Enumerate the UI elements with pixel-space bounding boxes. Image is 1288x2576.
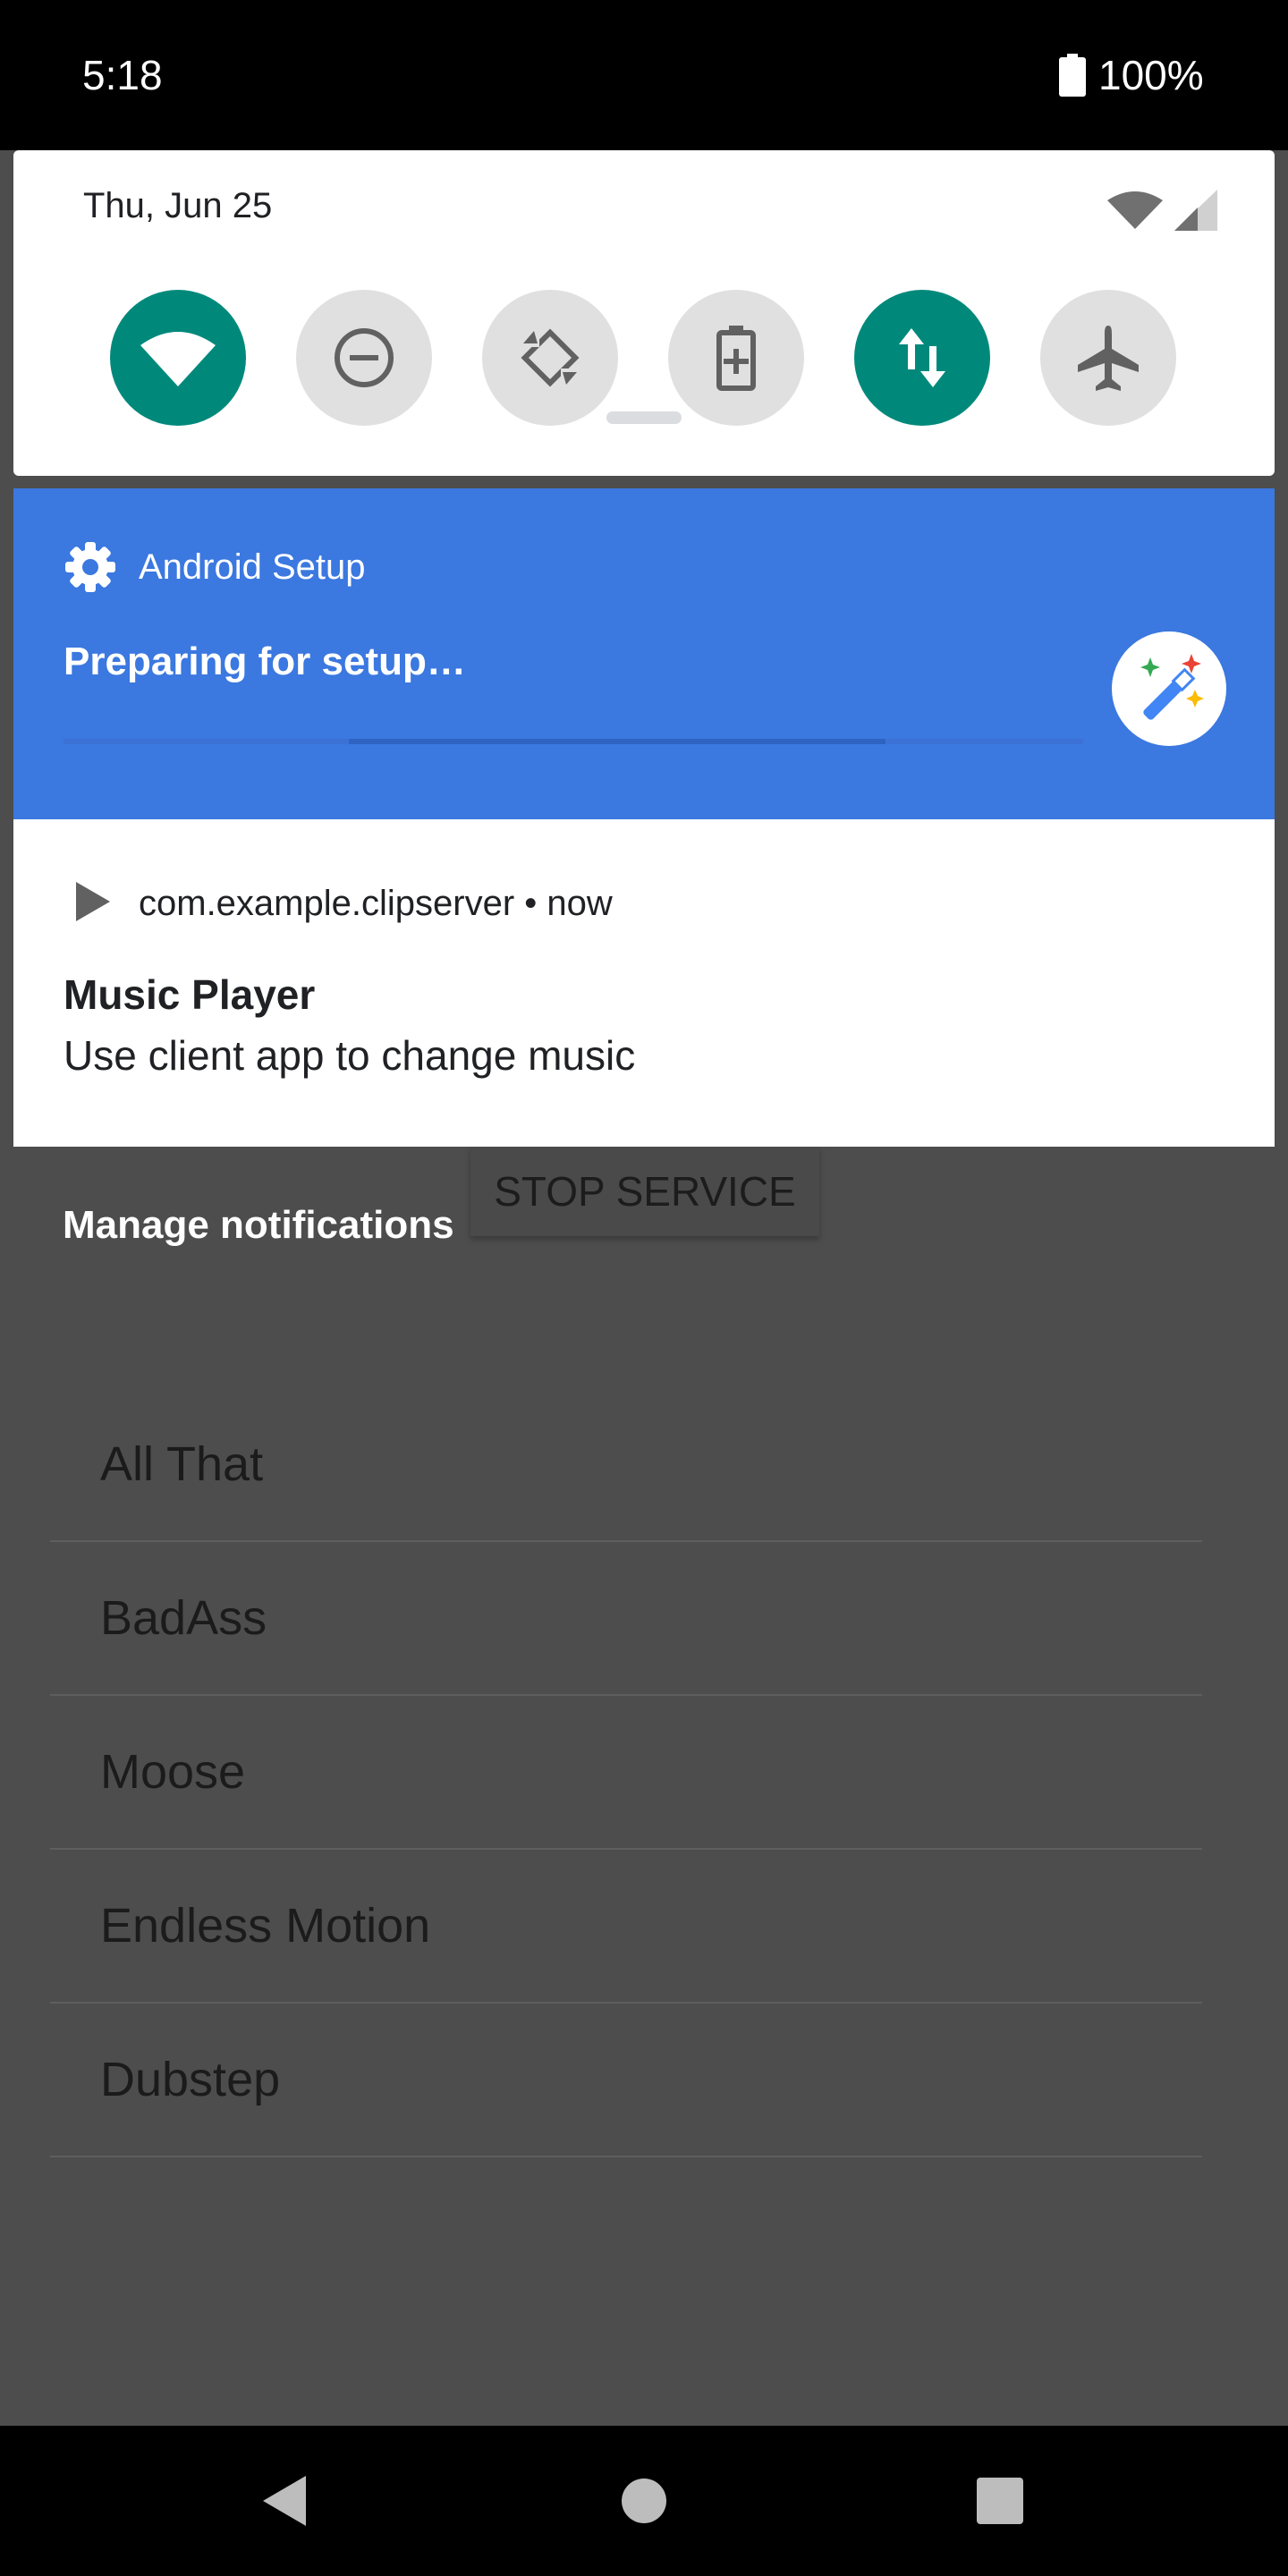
mobile-data-icon (899, 328, 945, 387)
auto-rotate-tile[interactable] (482, 290, 618, 426)
battery-percentage: 100% (1098, 52, 1204, 98)
wifi-tile[interactable] (110, 290, 246, 426)
music-app-name: com.example.clipserver (139, 884, 515, 923)
notification-time: now (547, 884, 613, 923)
music-app-header: com.example.clipserver • now (139, 875, 613, 932)
airplane-mode-icon (1078, 326, 1139, 391)
navigation-bar (0, 2426, 1288, 2576)
home-icon (622, 2479, 666, 2523)
status-bar: 5:18 100% (0, 0, 1288, 150)
clock: 5:18 (82, 52, 163, 98)
song-item[interactable]: Endless Motion (50, 1850, 1202, 2004)
signal-icon (1174, 190, 1217, 231)
music-text: Use client app to change music (64, 1032, 636, 1079)
song-list: All That BadAss Moose Endless Motion Dub… (50, 1388, 1202, 2157)
gear-icon (65, 542, 115, 592)
airplane-mode-tile[interactable] (1040, 290, 1176, 426)
music-notification[interactable]: com.example.clipserver • now Music Playe… (13, 819, 1275, 1147)
back-icon (263, 2476, 306, 2526)
setup-notification[interactable]: Android Setup Preparing for setup… (13, 488, 1275, 819)
wifi-icon (140, 332, 216, 386)
manage-notifications-link[interactable]: Manage notifications (63, 1197, 454, 1254)
song-item[interactable]: Moose (50, 1696, 1202, 1850)
song-item[interactable]: BadAss (50, 1542, 1202, 1696)
stop-service-button[interactable]: STOP SERVICE (470, 1147, 819, 1236)
recents-icon (977, 2478, 1023, 2524)
music-title: Music Player (64, 971, 316, 1018)
battery-saver-icon (716, 326, 756, 391)
setup-progress-indicator (349, 739, 886, 744)
setup-app-name: Android Setup (139, 547, 366, 587)
quick-settings-panel: Thu, Jun 25 (13, 150, 1275, 476)
recents-button[interactable] (966, 2467, 1034, 2535)
battery-saver-tile[interactable] (668, 290, 804, 426)
battery-icon (1059, 54, 1086, 97)
home-button[interactable] (610, 2467, 678, 2535)
wifi-status-icon (1107, 191, 1163, 229)
song-item[interactable]: All That (50, 1388, 1202, 1542)
play-icon (76, 882, 110, 921)
mobile-data-tile[interactable] (854, 290, 990, 426)
song-item[interactable]: Dubstep (50, 2004, 1202, 2157)
setup-title: Preparing for setup… (64, 640, 466, 683)
do-not-disturb-icon (335, 328, 394, 387)
back-button[interactable] (250, 2467, 318, 2535)
do-not-disturb-tile[interactable] (296, 290, 432, 426)
date-label: Thu, Jun 25 (83, 186, 273, 225)
drag-handle[interactable] (606, 411, 682, 424)
magic-wand-icon (1112, 631, 1226, 746)
auto-rotate-icon (521, 328, 580, 387)
header-separator: • (524, 884, 538, 923)
